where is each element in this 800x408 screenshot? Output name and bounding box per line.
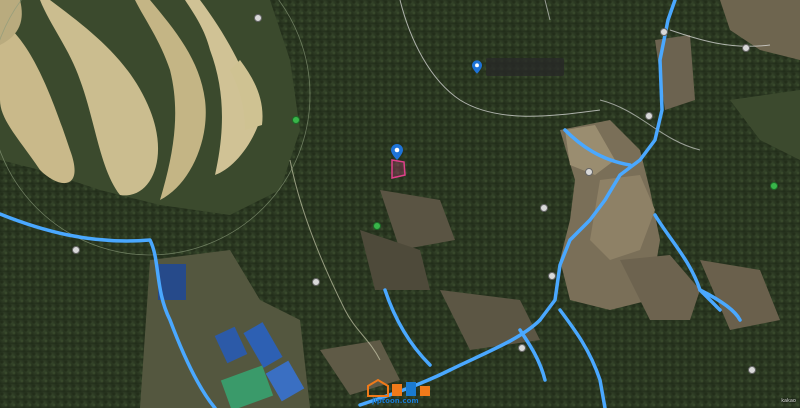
- poi-marker[interactable]: [770, 182, 778, 190]
- map-pin-icon[interactable]: [472, 60, 482, 74]
- poi-marker[interactable]: [540, 204, 548, 212]
- location-pin-icon[interactable]: [391, 144, 403, 160]
- poi-marker[interactable]: [312, 278, 320, 286]
- poi-marker[interactable]: [585, 168, 593, 176]
- poi-marker[interactable]: [660, 28, 668, 36]
- poi-marker[interactable]: [518, 344, 526, 352]
- watermark-text: jiptoon.com: [372, 397, 419, 405]
- house-logo-icon: [367, 378, 430, 397]
- map-copyright: kakao: [781, 398, 796, 404]
- poi-marker[interactable]: [72, 246, 80, 254]
- watermark-logo: jiptoon.com: [366, 378, 432, 406]
- satellite-imagery: [0, 0, 800, 408]
- poi-marker[interactable]: [254, 14, 262, 22]
- info-popup[interactable]: [486, 58, 564, 76]
- poi-marker[interactable]: [292, 116, 300, 124]
- poi-marker[interactable]: [373, 222, 381, 230]
- poi-marker[interactable]: [645, 112, 653, 120]
- poi-marker[interactable]: [742, 44, 750, 52]
- poi-marker[interactable]: [748, 366, 756, 374]
- selected-parcel: [391, 159, 406, 179]
- poi-marker[interactable]: [548, 272, 556, 280]
- map-view[interactable]: jiptoon.com kakao: [0, 0, 800, 408]
